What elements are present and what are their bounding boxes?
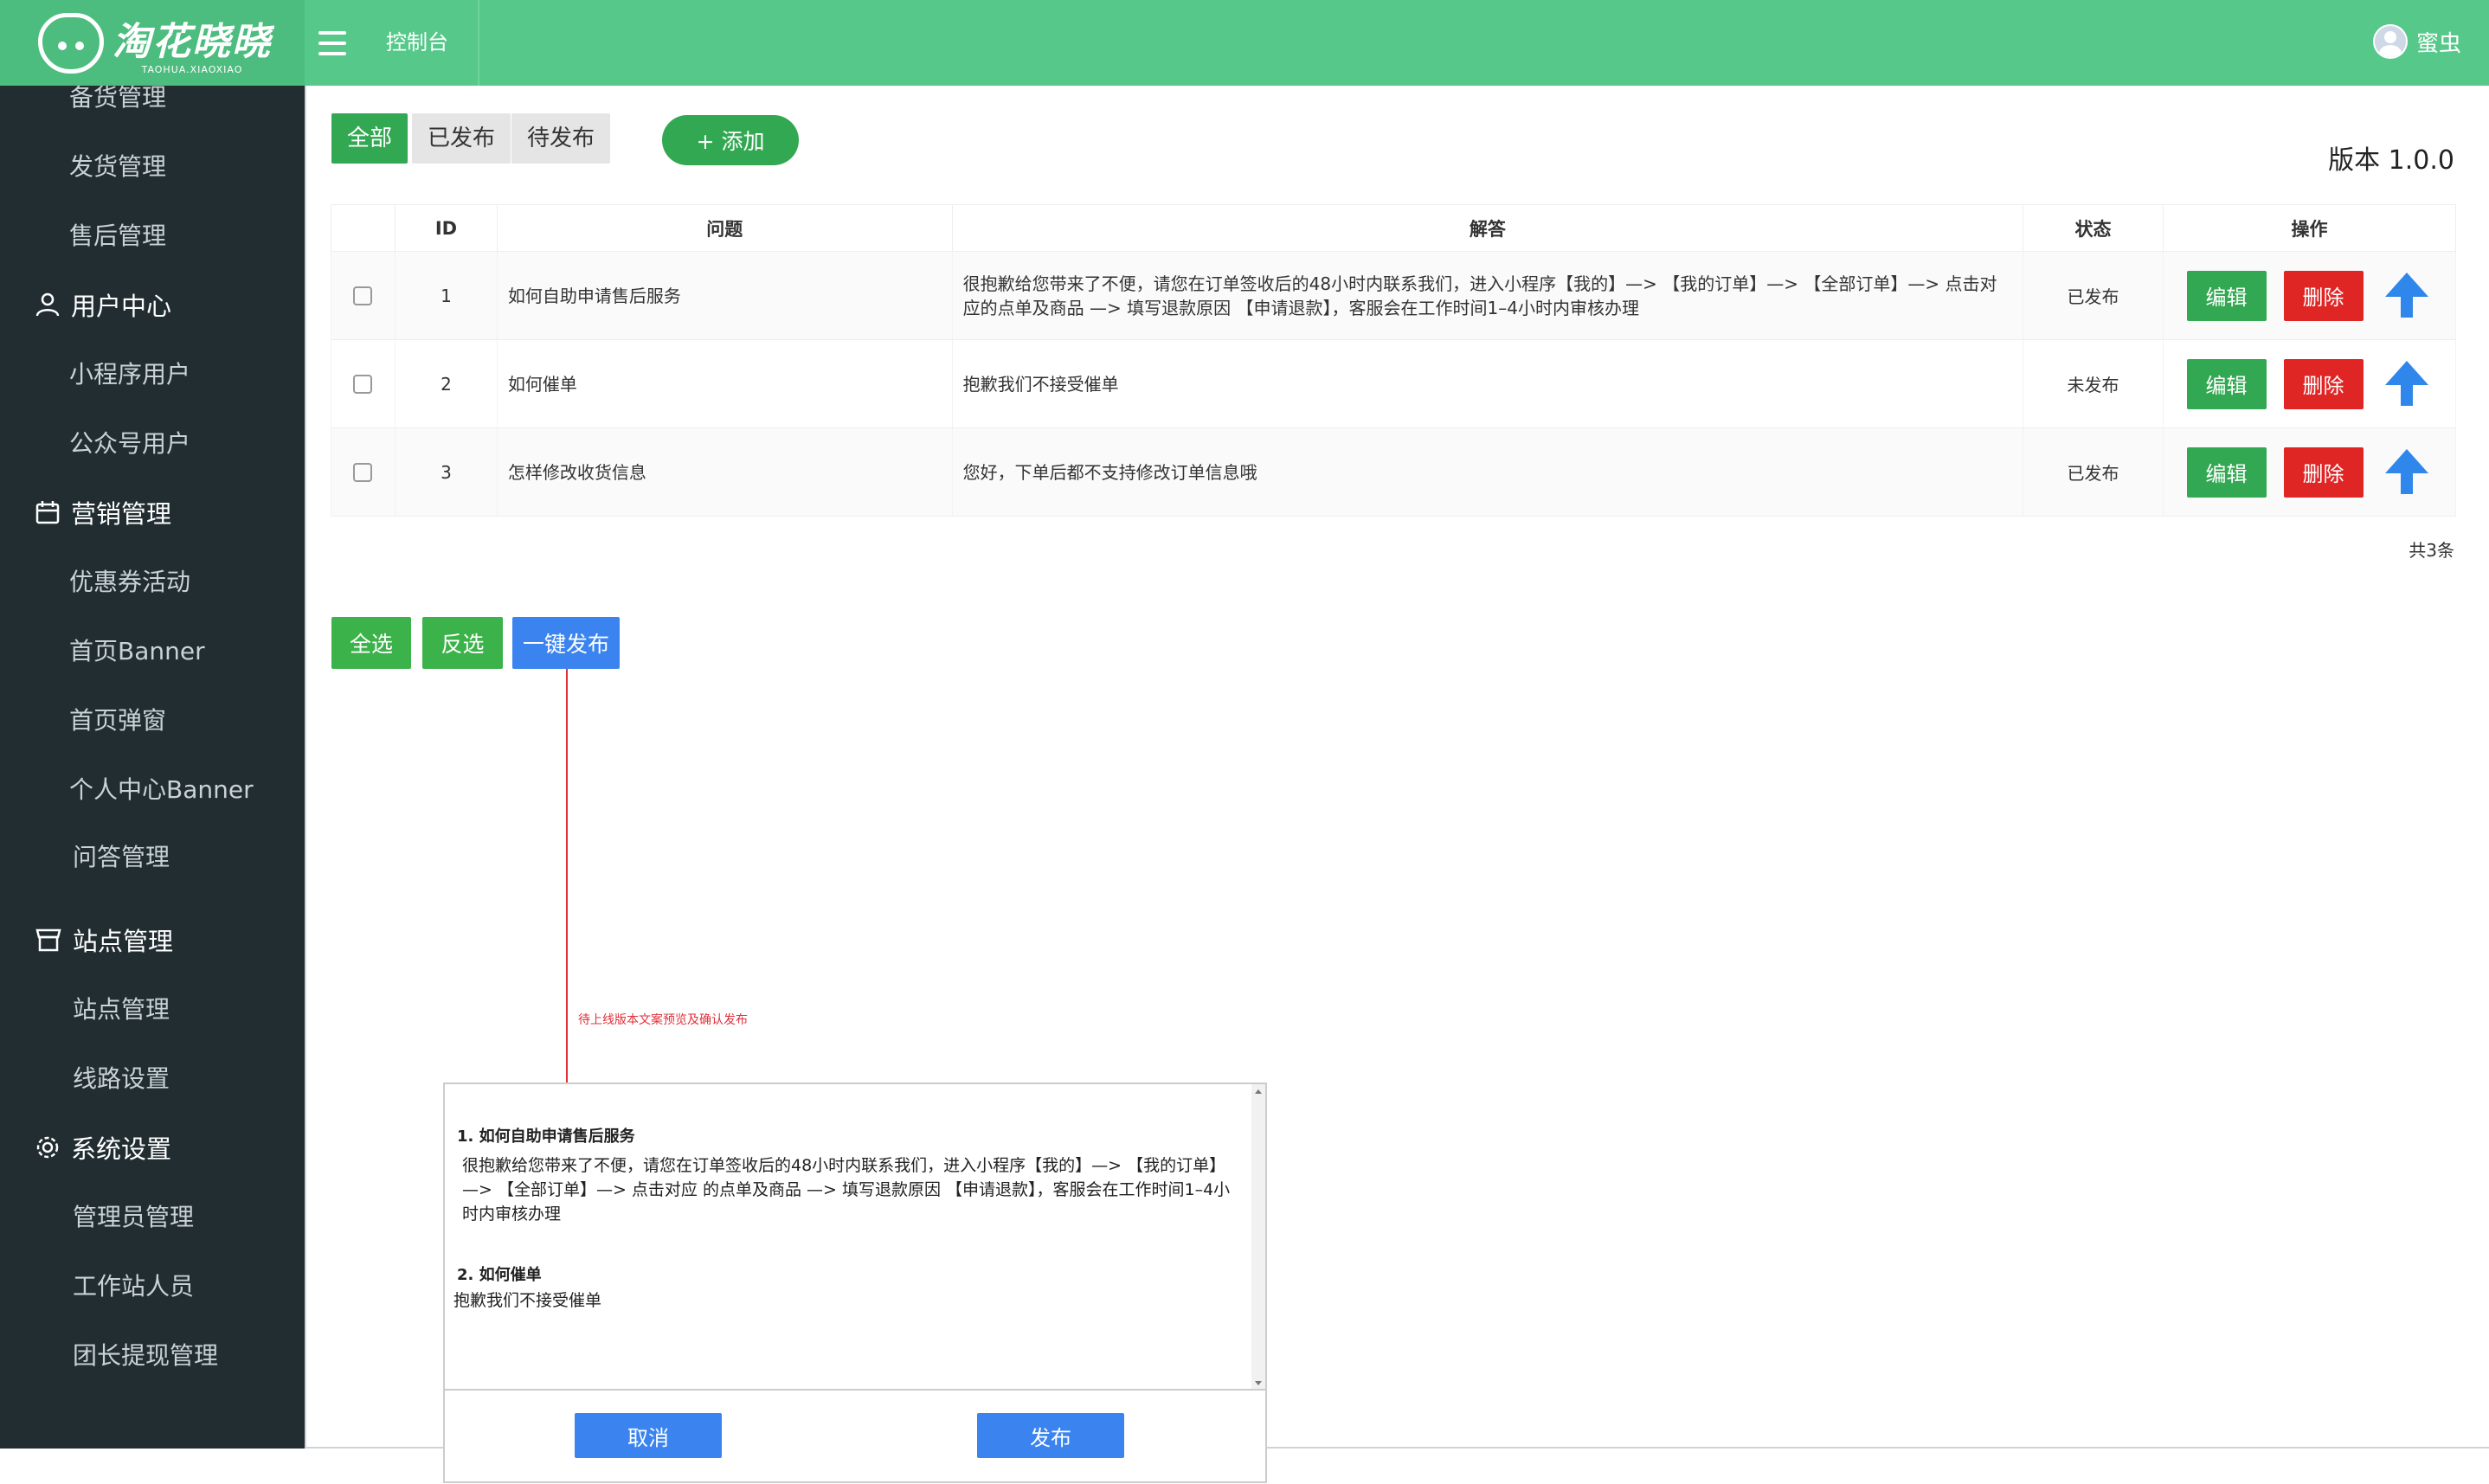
dialog-question-1: 1. 如何自助申请售后服务 <box>457 1127 635 1146</box>
arrow-up-icon[interactable] <box>2381 447 2433 498</box>
row-status: 已发布 <box>2023 427 2164 517</box>
dialog-question-2: 2. 如何催单 <box>457 1266 542 1284</box>
publish-button[interactable]: 发布 <box>977 1413 1124 1458</box>
tab-pending[interactable]: 待发布 <box>511 113 611 164</box>
column-header-select <box>331 204 396 252</box>
edit-button[interactable]: 编辑 <box>2186 446 2267 498</box>
sidebar-group-system[interactable]: 系统设置 <box>35 1129 171 1166</box>
content-divider <box>305 86 306 1449</box>
table-row: 2 如何催单 抱歉我们不接受催单 未发布 编辑 删除 <box>331 339 2456 428</box>
user-name: 蜜虫 <box>2415 30 2461 57</box>
tab-all[interactable]: 全部 <box>331 113 408 164</box>
row-checkbox[interactable] <box>353 374 373 394</box>
brand-logo[interactable]: 淘花晓晓 TAOHUA.XIAOXIAO <box>0 0 305 86</box>
avatar <box>2372 24 2408 59</box>
table-row: 1 如何自助申请售后服务 很抱歉给您带来了不便，请您在订单签收后的48小时内联系… <box>331 251 2456 340</box>
header-divider <box>478 0 479 86</box>
sidebar-item-home-banner[interactable]: 首页Banner <box>69 633 205 667</box>
calendar-icon <box>35 501 60 524</box>
row-checkbox[interactable] <box>353 286 373 305</box>
delete-button[interactable]: 删除 <box>2283 358 2364 409</box>
delete-button[interactable]: 删除 <box>2283 270 2364 321</box>
column-header-question: 问题 <box>496 204 953 252</box>
row-question: 如何自助申请售后服务 <box>496 251 953 340</box>
sidebar-item-admin[interactable]: 管理员管理 <box>73 1198 194 1233</box>
qa-table: ID 问题 解答 状态 操作 1 如何自助申请售后服务 很抱歉给您带来了不便，请… <box>331 204 2456 517</box>
column-header-answer: 解答 <box>951 204 2024 252</box>
brand-subtitle: TAOHUA.XIAOXIAO <box>141 64 243 75</box>
sidebar-item-qa[interactable]: 问答管理 <box>73 838 170 873</box>
sidebar-group-site[interactable]: 站点管理 <box>35 922 173 958</box>
sidebar-group-label: 站点管理 <box>73 927 174 956</box>
edit-button[interactable]: 编辑 <box>2186 358 2267 409</box>
dialog-content[interactable]: 1. 如何自助申请售后服务 很抱歉给您带来了不便，请您在订单签收后的48小时内联… <box>445 1084 1265 1391</box>
shop-icon <box>35 928 61 952</box>
row-answer: 很抱歉给您带来了不便，请您在订单签收后的48小时内联系我们，进入小程序【我的】—… <box>951 251 2024 340</box>
sidebar-item-withdraw[interactable]: 团长提现管理 <box>73 1337 218 1372</box>
tab-published[interactable]: 已发布 <box>412 113 511 164</box>
row-question: 如何催单 <box>496 339 953 428</box>
sidebar-group-label: 营销管理 <box>71 499 172 529</box>
edit-button[interactable]: 编辑 <box>2186 270 2267 321</box>
invert-selection-button[interactable]: 反选 <box>422 617 503 669</box>
select-all-button[interactable]: 全选 <box>331 617 411 669</box>
column-header-actions: 操作 <box>2163 204 2456 252</box>
gear-icon <box>36 1136 59 1159</box>
row-id: 1 <box>394 251 498 340</box>
sidebar-item-route[interactable]: 线路设置 <box>73 1060 170 1095</box>
sidebar-group-label: 系统设置 <box>71 1134 172 1164</box>
user-menu[interactable]: 蜜虫 <box>2372 24 2461 59</box>
annotation-line <box>566 669 568 1087</box>
publish-preview-dialog: 1. 如何自助申请售后服务 很抱歉给您带来了不便，请您在订单签收后的48小时内联… <box>443 1082 1267 1483</box>
dialog-scrollbar[interactable] <box>1251 1084 1265 1389</box>
console-link[interactable]: 控制台 <box>386 26 448 59</box>
sidebar-item-profile-banner[interactable]: 个人中心Banner <box>69 771 254 806</box>
row-id: 3 <box>394 427 498 517</box>
sidebar-group-label: 用户中心 <box>71 292 172 321</box>
row-status: 已发布 <box>2023 251 2164 340</box>
sidebar-item-coupon[interactable]: 优惠券活动 <box>69 563 190 598</box>
column-header-id: ID <box>394 204 498 252</box>
row-id: 2 <box>394 339 498 428</box>
total-count: 共3条 <box>2409 540 2454 561</box>
top-bar <box>0 0 2489 86</box>
delete-button[interactable]: 删除 <box>2283 446 2364 498</box>
arrow-up-icon[interactable] <box>2381 271 2433 321</box>
dialog-answer-1: 很抱歉给您带来了不便，请您在订单签收后的48小时内联系我们，进入小程序【我的】—… <box>462 1156 1231 1224</box>
sidebar-item-official-users[interactable]: 公众号用户 <box>69 425 190 459</box>
logo-face-icon <box>38 12 104 74</box>
column-header-status: 状态 <box>2023 204 2164 252</box>
row-answer: 您好，下单后都不支持修改订单信息哦 <box>951 427 2024 517</box>
cancel-button[interactable]: 取消 <box>575 1413 722 1458</box>
sidebar-item-station-staff[interactable]: 工作站人员 <box>73 1268 194 1302</box>
sidebar-item-stock[interactable]: 备货管理 <box>69 86 166 113</box>
row-question: 怎样修改收货信息 <box>496 427 953 517</box>
sidebar-item-home-popup[interactable]: 首页弹窗 <box>69 702 166 736</box>
table-row: 3 怎样修改收货信息 您好，下单后都不支持修改订单信息哦 已发布 编辑 删除 <box>331 427 2456 517</box>
row-answer: 抱歉我们不接受催单 <box>951 339 2024 428</box>
sidebar-group-marketing[interactable]: 营销管理 <box>35 494 171 530</box>
sidebar-group-user-center[interactable]: 用户中心 <box>35 286 171 323</box>
sidebar-item-shipping[interactable]: 发货管理 <box>69 148 166 183</box>
sidebar: 备货管理 发货管理 售后管理 用户中心 小程序用户 公众号用户 营销管理 优惠券… <box>0 86 305 1449</box>
user-icon <box>35 292 60 317</box>
sidebar-item-aftersale[interactable]: 售后管理 <box>69 217 166 252</box>
publish-all-button[interactable]: 一键发布 <box>512 617 620 669</box>
brand-name: 淘花晓晓 <box>113 20 272 64</box>
dialog-answer-2: 抱歉我们不接受催单 <box>453 1291 602 1310</box>
row-status: 未发布 <box>2023 339 2164 428</box>
annotation-text: 待上线版本文案预览及确认发布 <box>578 1013 748 1027</box>
version-label: 版本 1.0.0 <box>2328 145 2454 176</box>
add-button[interactable]: + 添加 <box>662 115 799 165</box>
sidebar-item-site-manage[interactable]: 站点管理 <box>73 991 170 1025</box>
arrow-up-icon[interactable] <box>2381 359 2433 409</box>
row-checkbox[interactable] <box>353 462 373 482</box>
sidebar-item-miniprogram-users[interactable]: 小程序用户 <box>69 356 190 390</box>
menu-toggle-icon[interactable] <box>313 26 351 61</box>
